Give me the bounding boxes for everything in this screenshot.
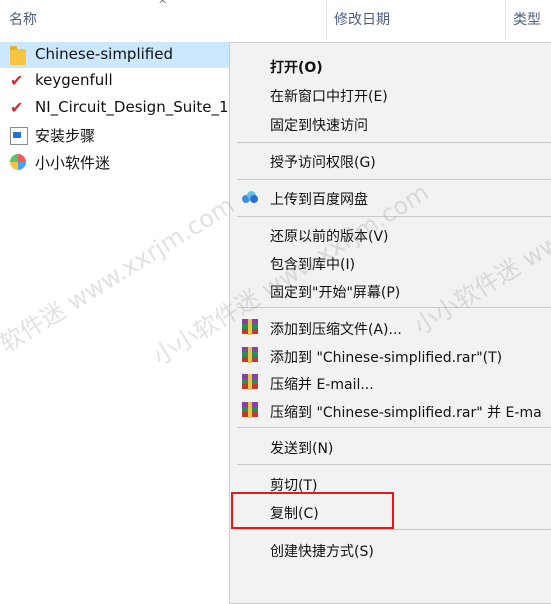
menu-item-label: 发送到(N)	[270, 441, 334, 457]
folder-icon	[10, 46, 26, 65]
installer-icon: ✔	[10, 98, 24, 117]
menu-item-label: 包含到库中(I)	[270, 257, 356, 273]
menu-separator	[237, 216, 551, 217]
menu-item-open-new-window[interactable]: 在新窗口中打开(E)	[230, 80, 551, 109]
app-icon	[10, 154, 26, 170]
column-header: 名称 ^ 修改日期 类型	[0, 0, 551, 40]
file-name: 小小软件迷	[35, 154, 111, 172]
menu-item-label: 授予访问权限(G)	[270, 155, 376, 171]
menu-item-label: 打开(O)	[270, 60, 323, 76]
menu-item-label: 上传到百度网盘	[270, 192, 368, 208]
menu-item-pin-quick-access[interactable]: 固定到快速访问	[230, 109, 551, 138]
watermark: 软件迷 www.xxrjm.com	[0, 190, 240, 359]
menu-separator	[237, 142, 551, 143]
menu-item-label: 压缩到 "Chinese-simplified.rar" 并 E-ma	[270, 405, 542, 421]
menu-separator	[237, 179, 551, 180]
menu-item-label: 固定到快速访问	[270, 118, 368, 134]
menu-item-label: 固定到"开始"屏幕(P)	[270, 285, 401, 301]
menu-item-label: 压缩并 E-mail...	[270, 377, 374, 393]
sort-ascending-icon: ^	[158, 0, 168, 11]
menu-item-create-shortcut[interactable]: 创建快捷方式(S)	[230, 535, 551, 564]
menu-separator	[237, 464, 551, 465]
winrar-icon	[242, 402, 258, 418]
file-name: keygenfull	[35, 71, 113, 89]
file-name: NI_Circuit_Design_Suite_12	[35, 98, 239, 116]
menu-separator	[237, 427, 551, 428]
menu-item-upload-baidu[interactable]: 上传到百度网盘	[230, 183, 551, 212]
menu-item-label: 添加到压缩文件(A)...	[270, 322, 402, 338]
menu-item-add-archive[interactable]: 添加到压缩文件(A)...	[230, 313, 551, 342]
menu-item-label: 在新窗口中打开(E)	[270, 89, 388, 105]
baidu-cloud-icon	[242, 191, 258, 207]
document-icon	[10, 127, 28, 145]
menu-item-add-to-rar[interactable]: 添加到 "Chinese-simplified.rar"(T)	[230, 341, 551, 370]
menu-item-open[interactable]: 打开(O)	[230, 51, 551, 80]
menu-item-grant-access[interactable]: 授予访问权限(G)	[230, 146, 551, 175]
highlight-box	[231, 492, 394, 529]
column-divider[interactable]	[326, 0, 327, 40]
menu-item-label: 添加到 "Chinese-simplified.rar"(T)	[270, 350, 503, 366]
menu-item-send-to[interactable]: 发送到(N)	[230, 432, 551, 461]
menu-item-restore-versions[interactable]: 还原以前的版本(V)	[230, 220, 551, 249]
menu-item-label: 还原以前的版本(V)	[270, 229, 389, 245]
keygen-icon: ✔	[10, 71, 24, 90]
file-name: Chinese-simplified	[35, 45, 173, 63]
winrar-icon	[242, 319, 258, 335]
winrar-icon	[242, 347, 258, 363]
column-date-header[interactable]: 修改日期	[334, 9, 390, 29]
menu-item-compress-email[interactable]: 压缩并 E-mail...	[230, 368, 551, 397]
menu-separator	[237, 529, 551, 530]
column-name-header[interactable]: 名称	[9, 9, 37, 29]
menu-item-pin-start[interactable]: 固定到"开始"屏幕(P)	[230, 276, 551, 305]
file-name: 安装步骤	[35, 127, 96, 145]
column-divider[interactable]	[505, 0, 506, 40]
menu-item-compress-rar-email[interactable]: 压缩到 "Chinese-simplified.rar" 并 E-ma	[230, 396, 551, 425]
menu-item-label: 创建快捷方式(S)	[270, 544, 374, 560]
menu-separator	[237, 307, 551, 308]
column-type-header[interactable]: 类型	[513, 9, 541, 29]
winrar-icon	[242, 374, 258, 390]
menu-item-include-library[interactable]: 包含到库中(I)	[230, 248, 551, 277]
